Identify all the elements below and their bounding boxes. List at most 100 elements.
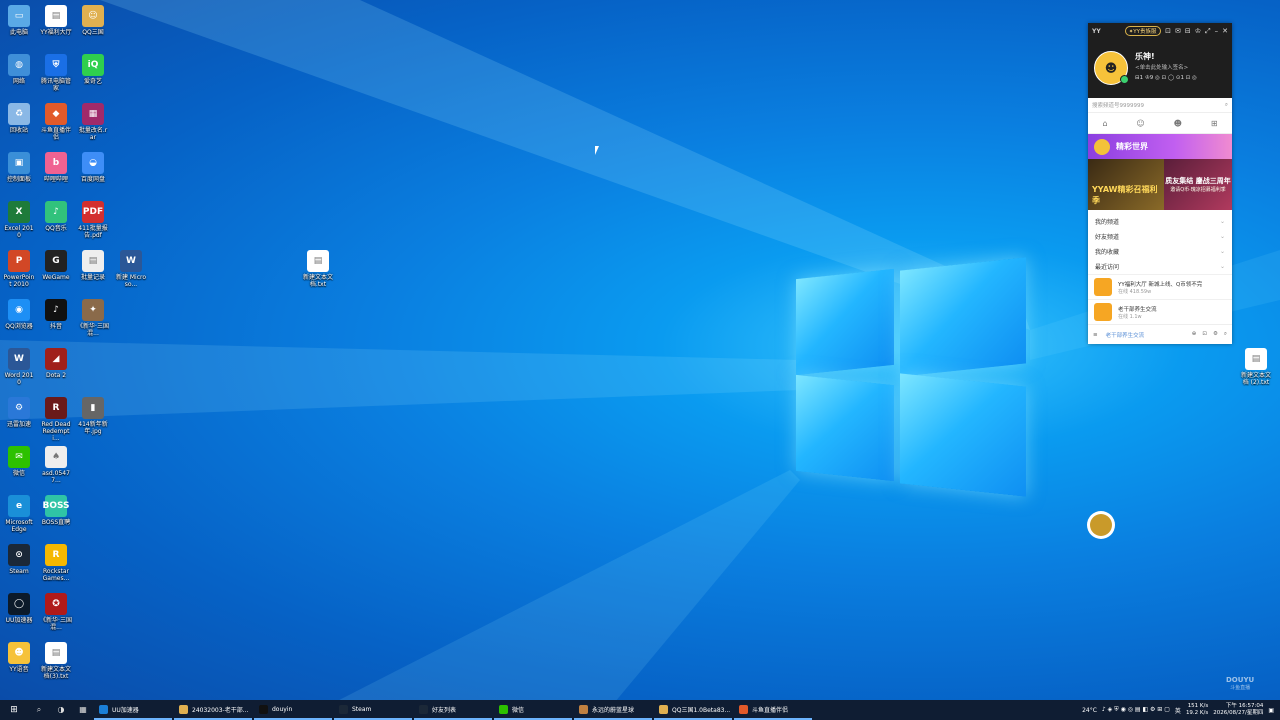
bottom-tool-icon[interactable]: ⌕	[1224, 331, 1227, 338]
desktop-icon-image: ✦	[82, 299, 104, 321]
desktop-icon[interactable]: ✪ 《新华·三国 混...	[40, 593, 72, 631]
window-control-icon[interactable]: ♔	[1195, 27, 1201, 36]
taskbar-app-button[interactable]: 微信	[494, 700, 572, 720]
start-button[interactable]: ⊞	[0, 705, 28, 715]
list-item[interactable]: 我的频道 ⌄	[1088, 214, 1232, 229]
desktop-icon-label: Word 2010	[4, 372, 34, 386]
taskbar-app-button[interactable]: UU加速器	[94, 700, 172, 720]
menu-icon[interactable]: ≡	[1093, 332, 1098, 338]
desktop-icon[interactable]: ▮ 414新年新年.jpg	[77, 397, 109, 435]
desktop-icon[interactable]: X Excel 2010	[3, 201, 35, 239]
desktop-icon[interactable]: ▦ 批量改名.rar	[77, 103, 109, 141]
desktop-icon[interactable]: ✦ 《新华·三国 混...	[77, 299, 109, 337]
desktop-icon[interactable]: ▭ 此电脑	[3, 5, 35, 36]
bottom-tool-icon[interactable]: ⊕	[1192, 331, 1197, 338]
quick-launch-icon[interactable]: ⌕	[28, 705, 50, 715]
taskbar-app-button[interactable]: 斗鱼直播伴侣	[734, 700, 812, 720]
list-item[interactable]: 好友频道 ⌄	[1088, 229, 1232, 244]
search-icon[interactable]: ⌕	[1225, 102, 1228, 109]
desktop-icon[interactable]: PDF 411批量报告.pdf	[77, 201, 109, 239]
desktop-icon[interactable]: ⛨ 腾讯电脑管家	[40, 54, 72, 92]
desktop-icon[interactable]: R Rockstar Games...	[40, 544, 72, 582]
desktop-icon[interactable]: ▤ 新建文本文档 (2).txt	[1240, 348, 1272, 386]
desktop-icon[interactable]: b 哔哩哔哩	[40, 152, 72, 183]
bottom-tool-icon[interactable]: ⚙	[1213, 331, 1218, 338]
search-bar[interactable]: 搜索频道号9999999 ⌕	[1088, 98, 1232, 113]
window-control-icon[interactable]: ⊡	[1165, 27, 1171, 36]
window-control-icon[interactable]: ✕	[1222, 27, 1228, 36]
taskbar-app-button[interactable]: QQ三国1.0Beta83...	[654, 700, 732, 720]
desktop-icon[interactable]: ◯ UU加速器	[3, 593, 35, 624]
notification-icon[interactable]: ▣	[1268, 707, 1274, 714]
taskbar-app-button[interactable]: Steam	[334, 700, 412, 720]
nav-tab-icon[interactable]: ⌂	[1102, 119, 1107, 128]
desktop-icon[interactable]: BOSS BOSS直聘	[40, 495, 72, 526]
desktop-icon[interactable]: ♻ 回收站	[3, 103, 35, 134]
window-control-icon[interactable]: ✉	[1175, 27, 1181, 36]
list-item[interactable]: 我的收藏 ⌄	[1088, 244, 1232, 259]
desktop-icon[interactable]: W Word 2010	[3, 348, 35, 386]
desktop-icon[interactable]: e Microsoft Edge	[3, 495, 35, 533]
bottom-tool-icon[interactable]: ⊡	[1202, 331, 1207, 338]
window-control-icon[interactable]: ⤢	[1205, 27, 1211, 36]
desktop-icon-image: ▦	[82, 103, 104, 125]
banner-jingcai-shijie[interactable]: 精彩世界	[1088, 134, 1232, 159]
nav-tab-icon[interactable]: ⊞	[1211, 119, 1218, 128]
desktop-icon[interactable]: ◒ 百度网盘	[77, 152, 109, 183]
quick-launch-icon[interactable]: ◑	[50, 705, 72, 715]
desktop-icon-image: X	[8, 201, 30, 223]
ime-indicator[interactable]: 英	[1175, 706, 1181, 715]
desktop-icon[interactable]: R Red Dead Redempti...	[40, 397, 72, 442]
desktop-icon[interactable]: ♠ asd.05477...	[40, 446, 72, 484]
desktop-icon[interactable]: W 新建 Microso...	[115, 250, 147, 288]
desktop-icon[interactable]: ⊙ Steam	[3, 544, 35, 575]
taskbar-app-button[interactable]: 永远的蔚蓝星球	[574, 700, 652, 720]
desktop-icon[interactable]: ✉ 微信	[3, 446, 35, 477]
desktop-icon[interactable]: ♪ 抖音	[40, 299, 72, 330]
nav-tab-icon[interactable]: ☺	[1136, 119, 1144, 128]
signature-field[interactable]: <单击此处输入签名>	[1135, 63, 1188, 71]
desktop-icon-image: ▣	[8, 152, 30, 174]
desktop-icon[interactable]: ☻ YY语音	[3, 642, 35, 673]
desktop-icon[interactable]: ⚙ 迅雷加速	[3, 397, 35, 428]
weather-indicator[interactable]: 24°C	[1082, 707, 1097, 714]
desktop-icon[interactable]: ◉ QQ浏览器	[3, 299, 35, 330]
desktop-icon[interactable]: ▤ 新建文本文档(3).txt	[40, 642, 72, 680]
desktop-icon[interactable]: ▤ 批量记录	[77, 250, 109, 281]
floating-assistant-ball[interactable]	[1087, 511, 1115, 539]
quick-launch-icon[interactable]: ▦	[72, 705, 94, 715]
desktop-icon[interactable]: ☺ QQ三国	[77, 5, 109, 36]
window-control-icon[interactable]: ⊟	[1185, 27, 1191, 36]
promo-left[interactable]: YYAW精彩召福利季	[1088, 159, 1164, 210]
clock[interactable]: 下午 16:57:04 2026/08/27/星期四	[1213, 703, 1263, 717]
desktop-icon[interactable]: G WeGame	[40, 250, 72, 281]
channel-item[interactable]: 老干部养生交流 在线 1.1w	[1088, 299, 1232, 324]
desktop-icon[interactable]: ♪ QQ音乐	[40, 201, 72, 232]
promo-banner[interactable]: YYAW精彩召福利季 质友集结 鏖战三周年 邀请Q币·瑰凉招募福利季	[1088, 159, 1232, 210]
desktop-icon[interactable]: ▣ 控制面板	[3, 152, 35, 183]
desktop-icon-label: 批量记录	[80, 274, 105, 281]
desktop-icon-image: ♪	[45, 201, 67, 223]
nav-tab-icon[interactable]: ☻	[1174, 119, 1182, 128]
desktop-icon[interactable]: ▤ 新建文本文档.txt	[302, 250, 334, 288]
list-item-label: 好友频道	[1095, 234, 1120, 241]
window-control-icon[interactable]: –	[1215, 27, 1219, 36]
taskbar-app-button[interactable]: douyin	[254, 700, 332, 720]
current-channel-text[interactable]: 老干部养生交流	[1106, 331, 1145, 339]
taskbar-app-button[interactable]: 24032003-老干部...	[174, 700, 252, 720]
desktop-icon[interactable]: ◍ 网络	[3, 54, 35, 85]
channel-item[interactable]: YY福利大厅 新城上线、Q币领不完 在线 418.59w	[1088, 274, 1232, 299]
taskbar-app-button[interactable]: 好友列表	[414, 700, 492, 720]
desktop-icon[interactable]: ▤ YY福利大厅	[40, 5, 72, 36]
desktop-icon[interactable]: ◆ 斗鱼直播伴侣	[40, 103, 72, 141]
tray-icons[interactable]: ♪ ◈ ⛨ ◉ ◎ ▤ ◧ ⚙ ⊞ ▢	[1102, 706, 1170, 714]
yy-vip-badge[interactable]: ✦YY贵族服	[1124, 26, 1161, 36]
desktop-icon-image: ♻	[8, 103, 30, 125]
desktop-icon[interactable]: ◢ Dota 2	[40, 348, 72, 379]
desktop-icon[interactable]: P PowerPoint 2010	[3, 250, 35, 288]
promo-right-title: 质友集结 鏖战三周年	[1165, 177, 1231, 185]
promo-right[interactable]: 质友集结 鏖战三周年 邀请Q币·瑰凉招募福利季	[1164, 159, 1232, 210]
desktop-icon[interactable]: iQ 爱奇艺	[77, 54, 109, 85]
list-item[interactable]: 最近访问 ⌄	[1088, 259, 1232, 274]
search-input[interactable]: 搜索频道号9999999	[1092, 101, 1144, 109]
